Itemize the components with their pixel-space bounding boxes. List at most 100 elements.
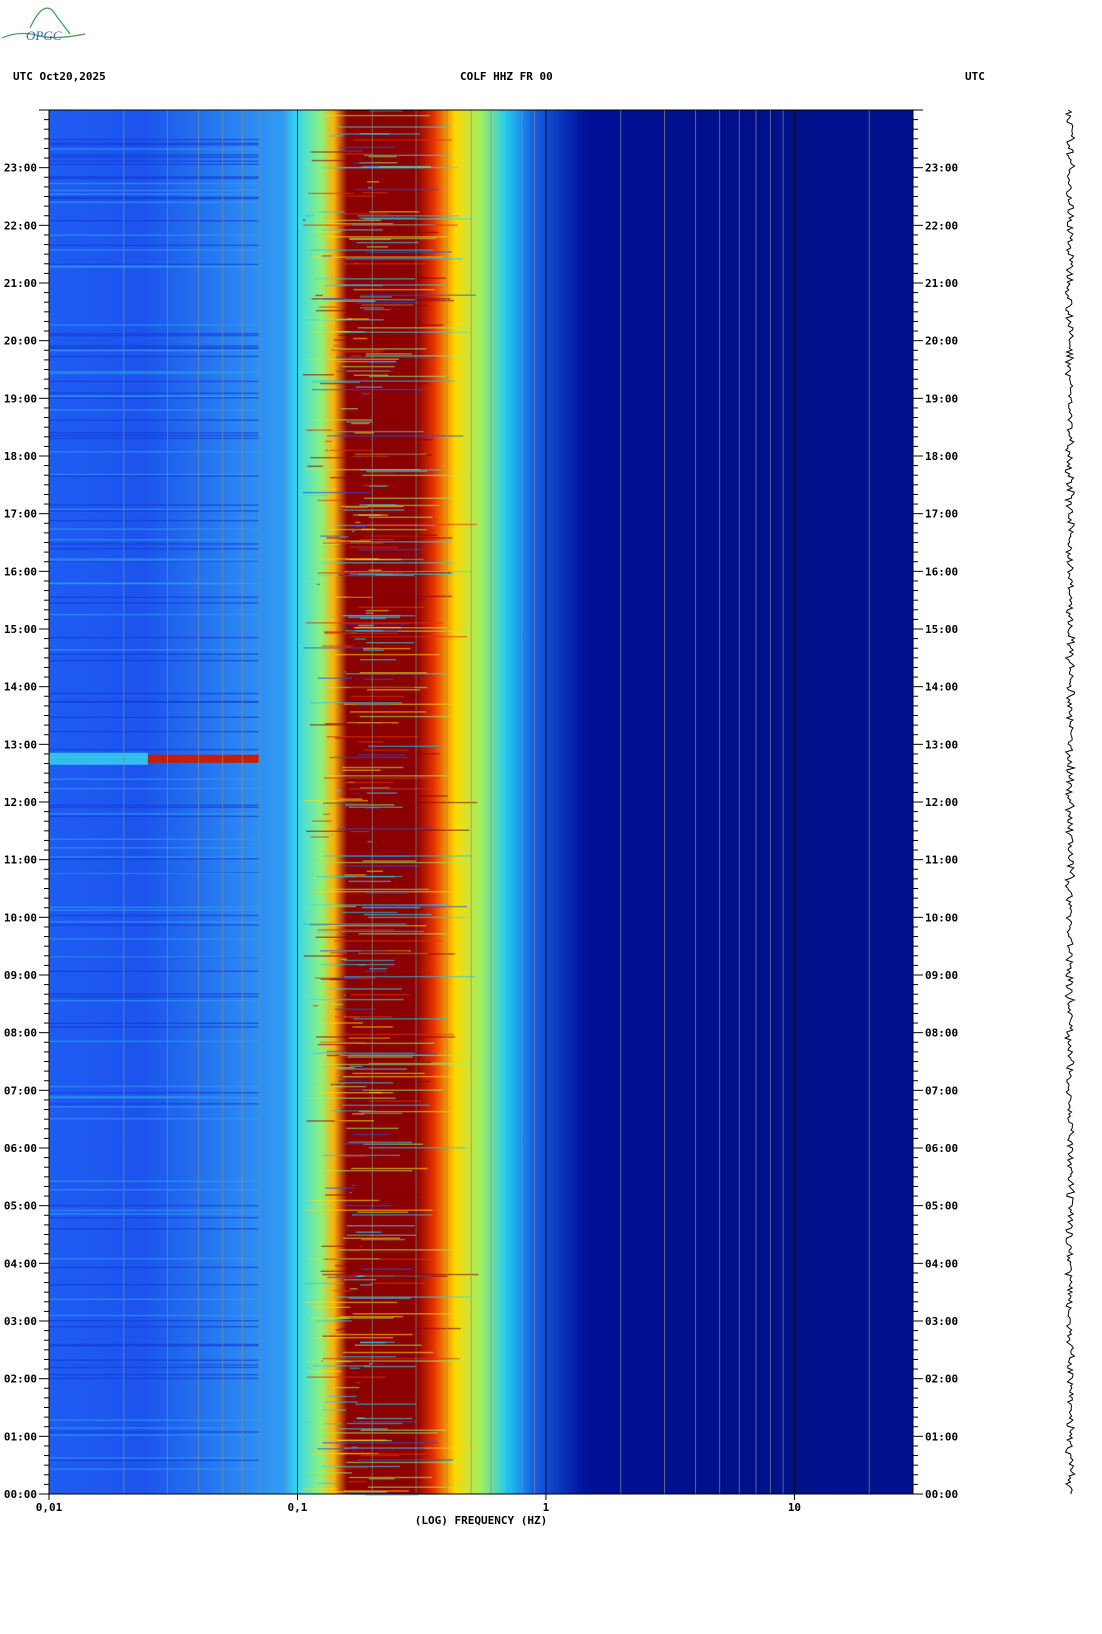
spectral-streak	[318, 1091, 394, 1094]
spectral-streak	[348, 1447, 425, 1450]
low-frequency-streak	[49, 1343, 259, 1346]
spectral-streak	[366, 609, 389, 612]
spectral-streak	[326, 924, 426, 927]
spectral-streak	[362, 860, 417, 862]
spectral-streak	[312, 820, 332, 822]
y-tick-label-left: 08:00	[4, 1027, 37, 1040]
low-frequency-streak	[49, 1091, 259, 1094]
spectral-streak	[349, 1065, 363, 1068]
spectral-streak	[343, 671, 346, 673]
spectral-streak	[347, 1480, 367, 1483]
spectral-streak	[348, 727, 380, 730]
low-frequency-streak	[49, 659, 259, 662]
low-frequency-streak	[49, 1204, 259, 1207]
low-frequency-streak	[49, 392, 259, 395]
spectral-streak	[369, 1362, 372, 1365]
spectral-streak	[350, 1141, 379, 1143]
spectral-streak	[325, 440, 332, 443]
spectral-streak	[315, 309, 402, 312]
spectral-streak	[341, 263, 426, 265]
low-frequency-streak	[49, 858, 259, 860]
spectral-streak	[320, 1022, 363, 1024]
y-tick-label-left: 20:00	[4, 335, 37, 348]
low-frequency-streak	[49, 160, 259, 162]
spectral-streak	[364, 534, 437, 537]
spectral-streak	[321, 229, 383, 231]
spectral-streak	[323, 1258, 431, 1260]
low-frequency-streak	[49, 924, 259, 926]
spectral-streak	[345, 1061, 432, 1064]
spectral-streak	[315, 294, 323, 297]
spectral-streak	[343, 865, 420, 867]
spectral-streak	[322, 1357, 460, 1360]
spectral-streak	[314, 1442, 324, 1445]
spectral-streak	[343, 1278, 377, 1281]
spectral-streak	[309, 494, 328, 497]
spectral-streak	[332, 1386, 360, 1389]
spectral-streak	[338, 1249, 450, 1251]
low-frequency-streak	[49, 266, 259, 268]
spectral-streak	[319, 306, 339, 308]
spectral-streak	[312, 1004, 319, 1007]
spectral-streak	[336, 1360, 460, 1362]
spectral-streak	[350, 355, 362, 357]
spectral-streak	[357, 215, 459, 217]
low-frequency-streak	[49, 993, 259, 995]
low-frequency-streak	[49, 730, 259, 733]
spectral-streak	[317, 525, 320, 527]
spectral-streak	[328, 430, 424, 433]
spectral-streak	[315, 618, 335, 621]
low-frequency-streak	[49, 397, 259, 399]
low-frequency-streak	[49, 602, 259, 604]
spectral-streak	[353, 626, 448, 629]
spectral-streak	[343, 509, 405, 511]
y-tick-label-right: 15:00	[925, 623, 958, 636]
spectral-streak	[351, 1184, 356, 1187]
spectral-streak	[367, 689, 420, 691]
spectral-streak	[368, 569, 382, 571]
spectral-streak	[345, 195, 375, 197]
spectral-streak	[366, 470, 428, 473]
spectral-streak	[340, 407, 358, 410]
spectral-streak	[351, 422, 370, 425]
spectral-streak	[313, 1336, 394, 1339]
y-tick-label-left: 10:00	[4, 911, 37, 924]
low-frequency-streak	[49, 138, 259, 141]
spectral-streak	[343, 959, 395, 962]
low-frequency-streak	[49, 395, 259, 397]
low-frequency-streak	[49, 815, 259, 818]
low-frequency-streak	[49, 1457, 259, 1459]
spectral-streak	[350, 993, 410, 996]
spectral-streak	[345, 153, 374, 155]
low-frequency-streak	[49, 182, 259, 185]
spectral-streak	[353, 188, 439, 191]
spectral-streak	[354, 1344, 422, 1346]
spectral-streak	[313, 1052, 415, 1054]
spectral-streak	[353, 337, 368, 340]
spectral-streak	[358, 606, 425, 609]
spectral-streak	[329, 284, 446, 286]
spectral-streak	[340, 1451, 423, 1453]
spectral-streak	[361, 1454, 400, 1457]
spectral-streak	[320, 978, 348, 980]
spectral-streak	[364, 892, 409, 894]
spectral-streak	[359, 469, 442, 471]
low-frequency-streak	[49, 804, 259, 807]
low-frequency-streak	[49, 148, 259, 150]
spectral-streak	[360, 1341, 395, 1343]
spectral-streak	[359, 504, 397, 506]
spectral-streak	[309, 861, 477, 864]
low-frequency-streak	[49, 528, 259, 530]
spectral-streak	[333, 1290, 352, 1292]
low-frequency-streak	[49, 787, 259, 790]
spectral-streak	[334, 1120, 375, 1122]
spectral-streak	[308, 1472, 352, 1474]
spectral-streak	[361, 906, 421, 909]
spectral-streak	[345, 558, 402, 561]
spectral-streak	[364, 1275, 448, 1278]
y-tick-label-left: 00:00	[4, 1488, 37, 1501]
spectral-streak	[345, 258, 463, 260]
y-tick-label-right: 01:00	[925, 1430, 958, 1443]
spectral-streak	[353, 374, 389, 377]
spectral-streak	[362, 1089, 443, 1091]
